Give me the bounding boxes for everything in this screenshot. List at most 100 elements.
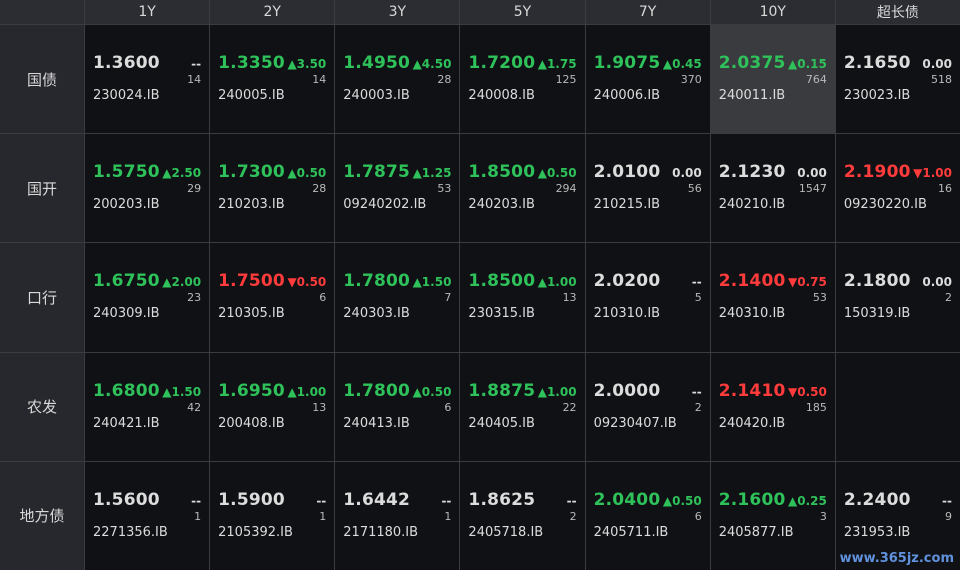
change-value: ▲0.50 [662,493,702,508]
bond-code: 230315.IB [468,306,535,322]
bond-code: 240011.IB [718,88,786,103]
bond-code: 2405711.IB [593,524,669,540]
trade-count: 14 [187,73,202,86]
quote-cell[interactable]: 2.0375 ▲0.15 764 240011.IB [710,25,835,134]
row-header-exim[interactable]: 口行 [0,243,84,352]
quote-cell[interactable]: 1.8875 ▲1.00 22 240405.IB [460,352,585,461]
yield-value: 1.7200 [468,53,536,73]
quote-cell[interactable]: 2.0400 ▲0.50 6 2405711.IB [585,461,710,570]
quote-cell[interactable]: 2.1400 ▼0.75 53 240310.IB [710,243,835,352]
change-value: ▼0.50 [788,384,827,399]
quote-cell[interactable]: 1.7200 ▲1.75 125 240008.IB [460,25,585,134]
quote-cell[interactable]: 1.8500 ▲1.00 13 230315.IB [460,243,585,352]
quote-cell[interactable]: 1.6800 ▲1.50 42 240421.IB [85,352,210,461]
quote-cell[interactable]: 1.3350 ▲3.50 14 240005.IB [210,25,335,134]
change-value: ▲0.50 [537,166,577,181]
yield-value: 2.0400 [593,489,661,510]
bond-code: 200408.IB [218,415,285,431]
change-value: ▲1.50 [162,384,202,399]
yield-value: 1.8625 [468,489,536,510]
yield-value: 2.1400 [718,271,786,292]
quote-cell[interactable]: 1.7875 ▲1.25 53 09240202.IB [335,134,460,243]
quote-cell[interactable]: 2.1900 ▼1.00 16 09230220.IB [835,134,960,243]
bond-code: 240310.IB [718,306,786,322]
column-header-2y[interactable]: 2Y [210,0,335,24]
bond-quote-grid: 1Y 2Y 3Y 5Y 7Y 10Y 超长债 国债 1.3600 -- 14 23002… [0,0,960,570]
bond-code: 150319.IB [843,306,911,322]
change-value: ▲0.25 [788,493,827,508]
quote-cell[interactable]: 2.1800 0.00 2 150319.IB [835,243,960,352]
bond-code: 2405718.IB [468,524,544,540]
quote-cell[interactable]: 2.0200 -- 5 210310.IB [585,243,710,352]
bond-code: 2271356.IB [93,524,168,540]
yield-value: 2.0100 [593,162,661,183]
quote-cell[interactable]: 1.5900 -- 1 2105392.IB [210,461,335,570]
column-header-5y[interactable]: 5Y [460,0,585,24]
change-value: 0.00 [797,166,827,181]
bond-code: 200203.IB [93,197,160,213]
quote-cell[interactable]: 1.7800 ▲0.50 6 240413.IB [335,352,460,461]
quote-cell[interactable]: 1.8625 -- 2 2405718.IB [460,461,585,570]
change-value: ▲1.25 [412,166,452,181]
bond-code: 09230407.IB [593,415,677,431]
quote-cell[interactable]: 1.6750 ▲2.00 23 240309.IB [85,243,210,352]
trade-count: 3 [819,509,827,523]
yield-value: 1.8875 [468,380,536,401]
change-value: -- [691,275,702,290]
row-header-local-gov[interactable]: 地方债 [0,461,84,570]
change-value: -- [191,493,202,508]
quote-cell[interactable]: 1.7800 ▲1.50 7 240303.IB [335,243,460,352]
column-header-10y[interactable]: 10Y [710,0,835,24]
quote-cell[interactable]: 2.0100 0.00 56 210215.IB [585,134,710,243]
change-value: -- [942,493,952,508]
yield-value: 1.6950 [218,380,285,401]
quote-cell[interactable]: 1.9075 ▲0.45 370 240006.IB [585,25,710,134]
trade-count: 56 [687,182,702,196]
row-header-cdb[interactable]: 国开 [0,134,84,243]
bond-code: 240203.IB [468,197,535,213]
watermark: www.365jz.com [839,551,954,566]
bond-code: 210310.IB [593,306,661,322]
bond-code: 230023.IB [843,88,911,103]
trade-count: 22 [562,400,577,414]
bond-code: 230024.IB [93,88,160,103]
quote-cell[interactable]: 2.1230 0.00 1547 240210.IB [710,134,835,243]
bond-code: 210203.IB [218,197,285,213]
quote-cell[interactable]: 1.3600 -- 14 230024.IB [85,25,210,134]
row-header-treasury[interactable]: 国债 [0,25,84,134]
change-value: ▲0.15 [788,57,827,71]
column-header-3y[interactable]: 3Y [335,0,460,24]
yield-value: 1.6750 [93,271,160,292]
quote-cell[interactable]: 1.7300 ▲0.50 28 210203.IB [210,134,335,243]
quote-cell[interactable]: 1.5750 ▲2.50 29 200203.IB [85,134,210,243]
yield-value: 2.0375 [718,53,786,73]
trade-count: 294 [555,182,577,196]
column-header-ultra-long[interactable]: 超长债 [835,0,960,24]
column-header-1y[interactable]: 1Y [85,0,210,24]
trade-count: 16 [938,182,952,196]
yield-value: 1.8500 [468,162,536,183]
yield-value: 2.1800 [843,271,911,292]
quote-cell[interactable]: 1.6950 ▲1.00 13 200408.IB [210,352,335,461]
quote-cell[interactable]: 2.1650 0.00 518 230023.IB [835,25,960,134]
bond-code: 240008.IB [468,88,535,103]
trade-count: 370 [680,73,702,86]
yield-value: 1.5750 [93,162,160,183]
quote-cell[interactable]: 2.0000 -- 2 09230407.IB [585,352,710,461]
quote-cell[interactable]: 1.5600 -- 1 2271356.IB [85,461,210,570]
change-value: ▲2.00 [162,275,202,290]
bond-code: 240421.IB [93,415,160,431]
trade-count: 2 [694,400,702,414]
quote-cell[interactable]: 1.8500 ▲0.50 294 240203.IB [460,134,585,243]
row-header-adbc[interactable]: 农发 [0,352,84,461]
quote-cell[interactable]: 2.1410 ▼0.50 185 240420.IB [710,352,835,461]
trade-count: 23 [187,291,202,305]
quote-cell[interactable]: 1.7500 ▼0.50 6 210305.IB [210,243,335,352]
column-header-7y[interactable]: 7Y [585,0,710,24]
quote-cell[interactable]: 1.4950 ▲4.50 28 240003.IB [335,25,460,134]
trade-count: 29 [187,182,202,196]
trade-count: 518 [931,73,952,86]
change-value: ▲3.50 [287,57,327,71]
quote-cell[interactable]: 1.6442 -- 1 2171180.IB [335,461,460,570]
quote-cell[interactable]: 2.1600 ▲0.25 3 2405877.IB [710,461,835,570]
